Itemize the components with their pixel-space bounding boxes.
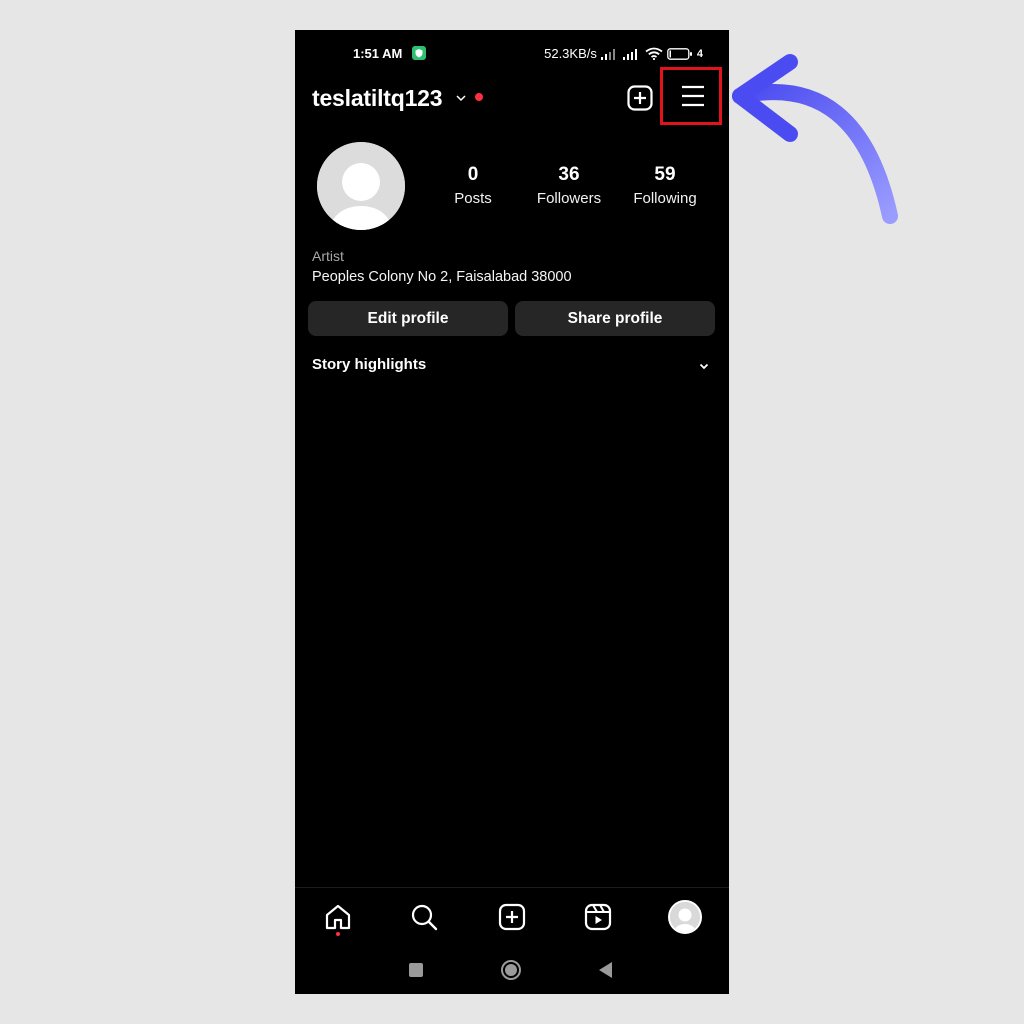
reels-icon[interactable] <box>583 902 613 932</box>
stat-value: 0 <box>467 164 479 185</box>
hamburger-menu-icon[interactable] <box>680 83 706 109</box>
stat-value: 59 <box>654 164 676 185</box>
battery-percent: 4 <box>696 47 703 60</box>
signal-icon <box>600 48 615 60</box>
bio-category: Artist <box>312 248 344 264</box>
profile-avatar[interactable] <box>668 900 702 934</box>
stat-label: Following <box>633 190 697 207</box>
chevron-down-icon[interactable] <box>455 92 467 104</box>
stat-label: Posts <box>454 190 492 207</box>
default-avatar-icon <box>317 142 405 230</box>
signal-icon <box>622 48 637 60</box>
create-icon[interactable] <box>497 902 527 932</box>
phone-screen: 1:51 AM 52.3KB/s 4 teslatiltq123 0 Posts… <box>295 30 729 994</box>
annotation-arrow-icon <box>732 54 898 224</box>
wifi-icon <box>645 47 663 60</box>
chevron-down-icon[interactable] <box>698 360 710 372</box>
plus-square-icon[interactable] <box>626 84 654 112</box>
system-nav-bar <box>295 943 729 994</box>
share-profile-button[interactable]: Share profile <box>515 301 715 336</box>
back-triangle-icon[interactable] <box>595 959 617 981</box>
home-icon[interactable] <box>323 902 353 932</box>
notification-dot <box>475 93 483 101</box>
username-switcher[interactable]: teslatiltq123 <box>312 85 443 112</box>
battery-icon <box>667 47 692 60</box>
stat-value: 36 <box>558 164 580 185</box>
edit-profile-button[interactable]: Edit profile <box>308 301 508 336</box>
profile-avatar[interactable] <box>317 142 405 230</box>
net-speed: 52.3KB/s <box>544 46 597 61</box>
shield-icon <box>412 46 426 60</box>
recent-apps-icon[interactable] <box>405 959 427 981</box>
stat-label: Followers <box>536 190 602 207</box>
stat-posts[interactable]: 0 Posts <box>423 164 523 210</box>
stat-following[interactable]: 59 Following <box>615 164 715 210</box>
bio-address: Peoples Colony No 2, Faisalabad 38000 <box>312 269 572 285</box>
home-circle-icon[interactable] <box>500 959 522 981</box>
search-icon[interactable] <box>409 902 439 932</box>
bottom-nav <box>295 887 729 944</box>
default-avatar-icon <box>670 902 700 932</box>
status-indicators: 52.3KB/s 4 <box>544 46 703 61</box>
notification-dot <box>336 932 340 936</box>
stat-followers[interactable]: 36 Followers <box>519 164 619 210</box>
status-time: 1:51 AM <box>353 46 403 61</box>
story-highlights-title: Story highlights <box>312 356 427 373</box>
